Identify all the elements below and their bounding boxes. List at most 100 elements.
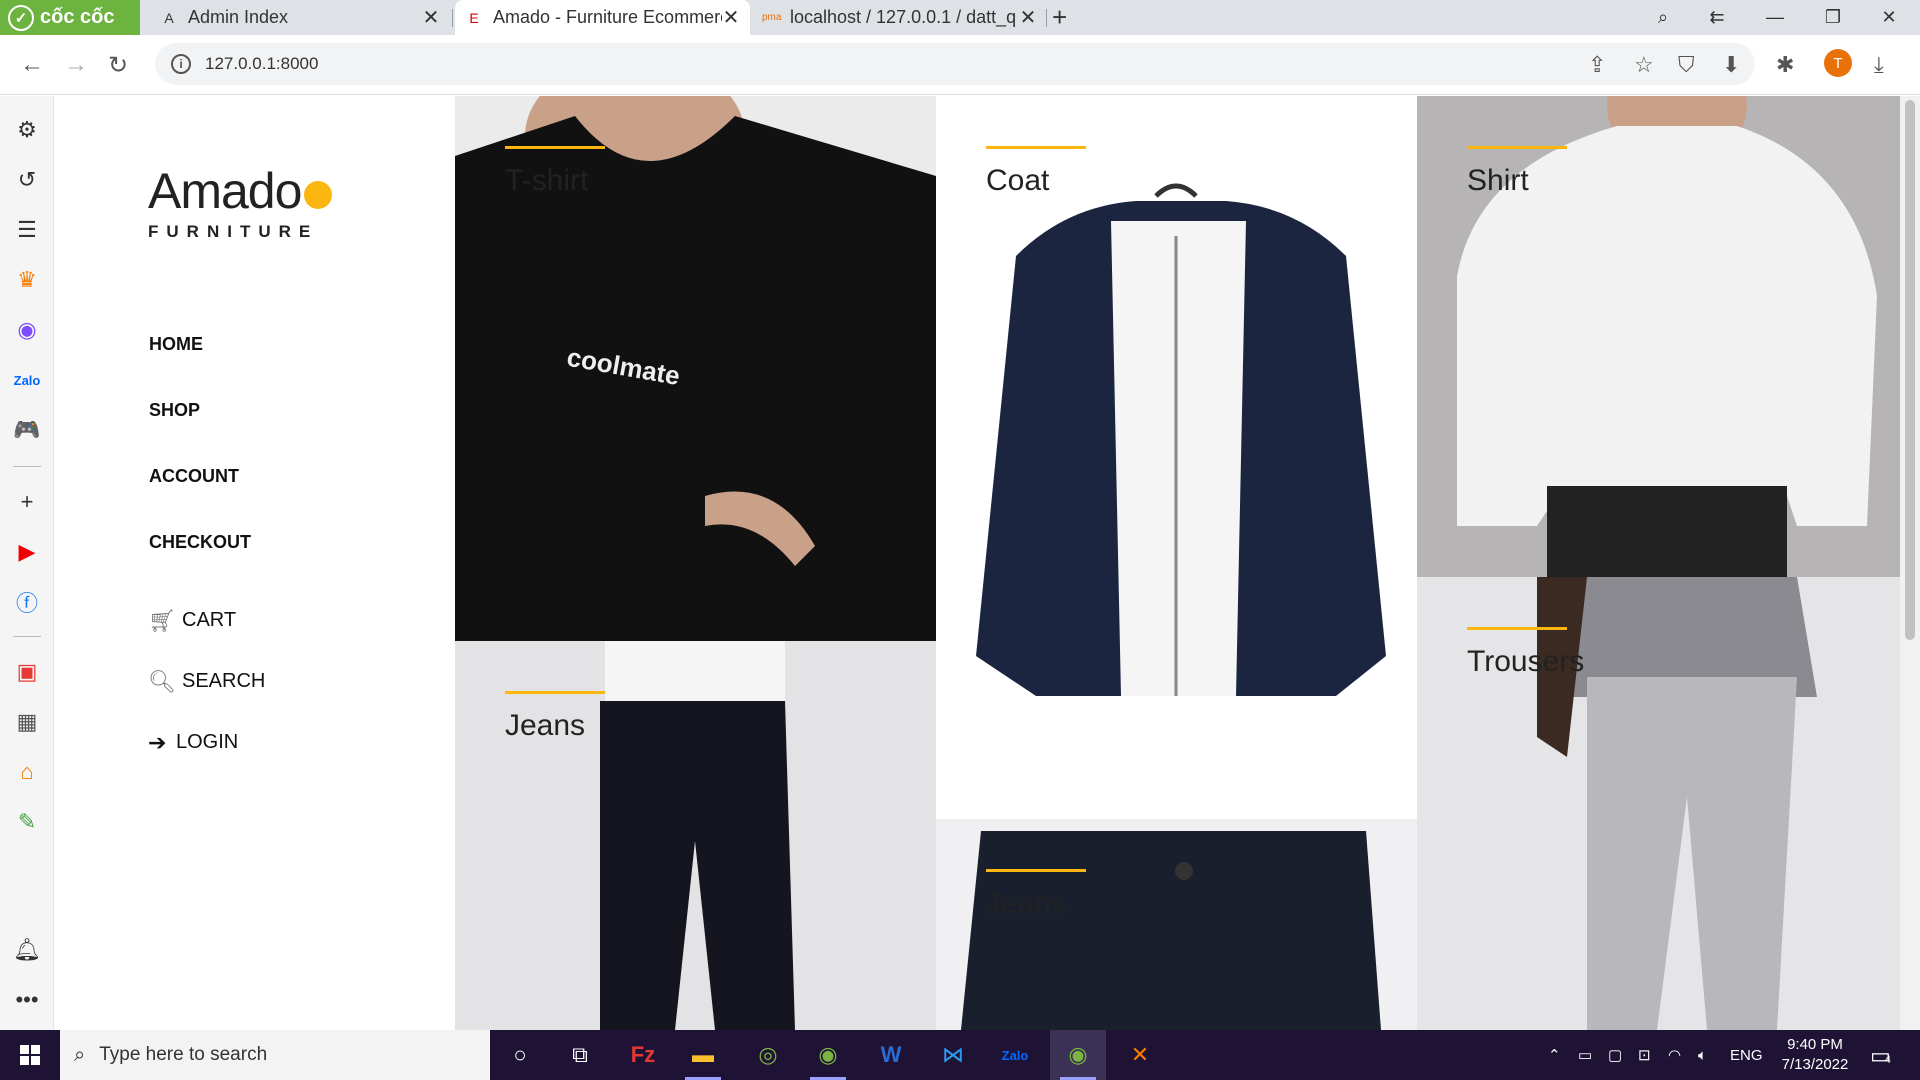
task-view-icon[interactable]: ⧉	[552, 1030, 608, 1080]
product-tile-jeans[interactable]: Jeans	[455, 641, 936, 1030]
crown-icon[interactable]: ♛	[13, 266, 41, 294]
xampp-icon[interactable]: ✕	[1112, 1030, 1168, 1080]
new-tab-button[interactable]: +	[1052, 2, 1067, 33]
product-tile-trousers[interactable]: Trousers	[1417, 577, 1900, 1030]
brand-name: cốc cốc	[40, 6, 115, 28]
list-icon[interactable]: ☰	[13, 216, 41, 244]
notification-center-icon[interactable]: ▭4	[1870, 1043, 1891, 1069]
jeans-2-shape	[961, 831, 1381, 1030]
volume-icon[interactable]: 🔈︎	[1698, 1030, 1707, 1080]
history-icon[interactable]: ↺	[13, 166, 41, 194]
site-sidebar: Amado FURNITURE HOME SHOP ACCOUNT CHECKO…	[54, 96, 456, 1030]
coccoc-profile-taskbar-icon[interactable]: ◉	[800, 1030, 856, 1080]
tab-phpmyadmin[interactable]: pma localhost / 127.0.0.1 / datt_q ✕	[752, 0, 1047, 35]
downloads-icon[interactable]: ⤓	[1874, 52, 1884, 78]
extensions-icon[interactable]: ✱	[1776, 52, 1794, 78]
restore-button[interactable]: ❐	[1806, 0, 1860, 35]
file-explorer-icon[interactable]: ▬	[675, 1030, 731, 1080]
cortana-icon[interactable]: ○	[492, 1030, 548, 1080]
plus-icon[interactable]: +	[13, 488, 41, 516]
zalo-taskbar-icon[interactable]: Zalo	[987, 1030, 1043, 1080]
cart-link[interactable]: 🛒︎ CART	[148, 590, 265, 651]
cart-icon: 🛒︎	[148, 607, 176, 633]
messenger-icon[interactable]: ◉	[13, 316, 41, 344]
back-button[interactable]: ←	[20, 51, 44, 79]
product-tile-coat[interactable]: Coat	[936, 96, 1417, 819]
zalo-icon[interactable]: Zalo	[13, 366, 41, 394]
download-arrow-icon[interactable]: ⬇	[1722, 52, 1740, 78]
site-info-icon[interactable]: i	[171, 54, 191, 74]
menu-item-account[interactable]: ACCOUNT	[149, 466, 251, 532]
tab-search-icon[interactable]: ⌕	[1636, 0, 1690, 35]
start-button[interactable]	[0, 1030, 60, 1080]
clock-time: 9:40 PM	[1787, 1036, 1843, 1053]
menu-item-home[interactable]: HOME	[149, 334, 251, 400]
gear-icon[interactable]: ⚙	[13, 116, 41, 144]
bell-icon[interactable]: 🔔︎	[13, 936, 41, 964]
tab-divider	[1046, 9, 1047, 27]
tab-favicon: E	[469, 9, 479, 26]
minimize-button[interactable]: —	[1748, 0, 1802, 35]
bookmark-star-icon[interactable]: ☆	[1634, 52, 1654, 78]
word-icon[interactable]: W	[863, 1030, 919, 1080]
page-scrollbar[interactable]	[1900, 96, 1920, 1030]
back-forward-cache-icon[interactable]: ⇇	[1690, 0, 1744, 35]
shop-icon[interactable]: ⌂	[13, 758, 41, 786]
vscode-icon[interactable]: ⋈	[925, 1030, 981, 1080]
login-link[interactable]: ➔ LOGIN	[148, 712, 265, 773]
tab-title: Amado - Furniture Ecommerce	[493, 7, 722, 27]
logo-word: Amado	[148, 163, 302, 219]
display-icon[interactable]: ⊡	[1638, 1030, 1651, 1080]
coccoc-taskbar-icon[interactable]: ◎	[740, 1030, 796, 1080]
address-bar[interactable]: i 127.0.0.1:8000	[155, 43, 1755, 85]
tab-admin-index[interactable]: A Admin Index ✕	[150, 0, 450, 35]
battery-icon[interactable]: ▭	[1578, 1030, 1592, 1080]
login-label: LOGIN	[176, 731, 239, 753]
calendar-icon[interactable]: ▣	[13, 658, 41, 686]
forward-button[interactable]: →	[64, 51, 88, 79]
meet-now-icon[interactable]: ▢	[1608, 1030, 1622, 1080]
site-logo[interactable]: Amado FURNITURE	[148, 162, 333, 242]
facebook-icon[interactable]: ⓕ	[13, 588, 41, 616]
photo-icon[interactable]: ▦	[13, 708, 41, 736]
language-indicator[interactable]: ENG	[1730, 1030, 1763, 1080]
menu-item-shop[interactable]: SHOP	[149, 400, 251, 466]
windows-logo-icon	[20, 1045, 40, 1065]
close-window-button[interactable]: ✕	[1862, 0, 1916, 35]
reload-button[interactable]: ↻	[108, 51, 128, 80]
close-tab-icon[interactable]: ✕	[1019, 5, 1037, 30]
gamepad-icon[interactable]: 🎮	[13, 416, 41, 444]
shield-icon[interactable]: ⛉	[1678, 52, 1695, 78]
product-tile-shirt[interactable]: Shirt	[1417, 96, 1900, 577]
close-tab-icon[interactable]: ✕	[722, 5, 740, 30]
tab-amado[interactable]: E Amado - Furniture Ecommerce ✕	[455, 0, 750, 35]
sidebar-divider	[13, 636, 41, 637]
browser-brand[interactable]: ✓ cốc cốc	[0, 0, 140, 35]
tile-label: Trousers	[1467, 645, 1585, 678]
url-text[interactable]: 127.0.0.1:8000	[205, 54, 318, 74]
tab-favicon: pma	[762, 12, 782, 23]
tile-label: Coat	[986, 164, 1050, 197]
taskbar-search-placeholder[interactable]: Type here to search	[99, 1044, 267, 1066]
clock-date: 7/13/2022	[1781, 1056, 1849, 1073]
filezilla-icon[interactable]: Fz	[615, 1030, 671, 1080]
search-link[interactable]: 🔍︎ SEARCH	[148, 651, 265, 712]
share-icon[interactable]: ⇪	[1588, 52, 1606, 78]
browser-tab-strip: ✓ cốc cốc A Admin Index ✕ E Amado - Furn…	[0, 0, 1920, 35]
youtube-icon[interactable]: ▶	[13, 538, 41, 566]
sidebar-divider	[13, 466, 41, 467]
taskbar-search[interactable]: ⌕ Type here to search	[60, 1030, 490, 1080]
show-hidden-icons[interactable]: ⌃	[1548, 1030, 1561, 1080]
coccoc-active-taskbar-icon[interactable]: ◉	[1050, 1030, 1106, 1080]
scrollbar-thumb[interactable]	[1905, 100, 1915, 640]
menu-item-checkout[interactable]: CHECKOUT	[149, 532, 251, 598]
product-tile-tshirt[interactable]: coolmate T-shirt	[455, 96, 936, 641]
taskbar-clock[interactable]: 9:40 PM 7/13/2022	[1760, 1035, 1870, 1075]
profile-avatar[interactable]: T	[1824, 49, 1852, 77]
close-tab-icon[interactable]: ✕	[422, 5, 440, 30]
tile-accent-bar	[986, 146, 1086, 149]
wifi-icon[interactable]: ◠	[1668, 1030, 1681, 1080]
product-tile-jeans-2[interactable]: Jeans	[936, 819, 1417, 1030]
more-icon[interactable]: •••	[13, 986, 41, 1014]
map-icon[interactable]: ✎	[13, 808, 41, 836]
